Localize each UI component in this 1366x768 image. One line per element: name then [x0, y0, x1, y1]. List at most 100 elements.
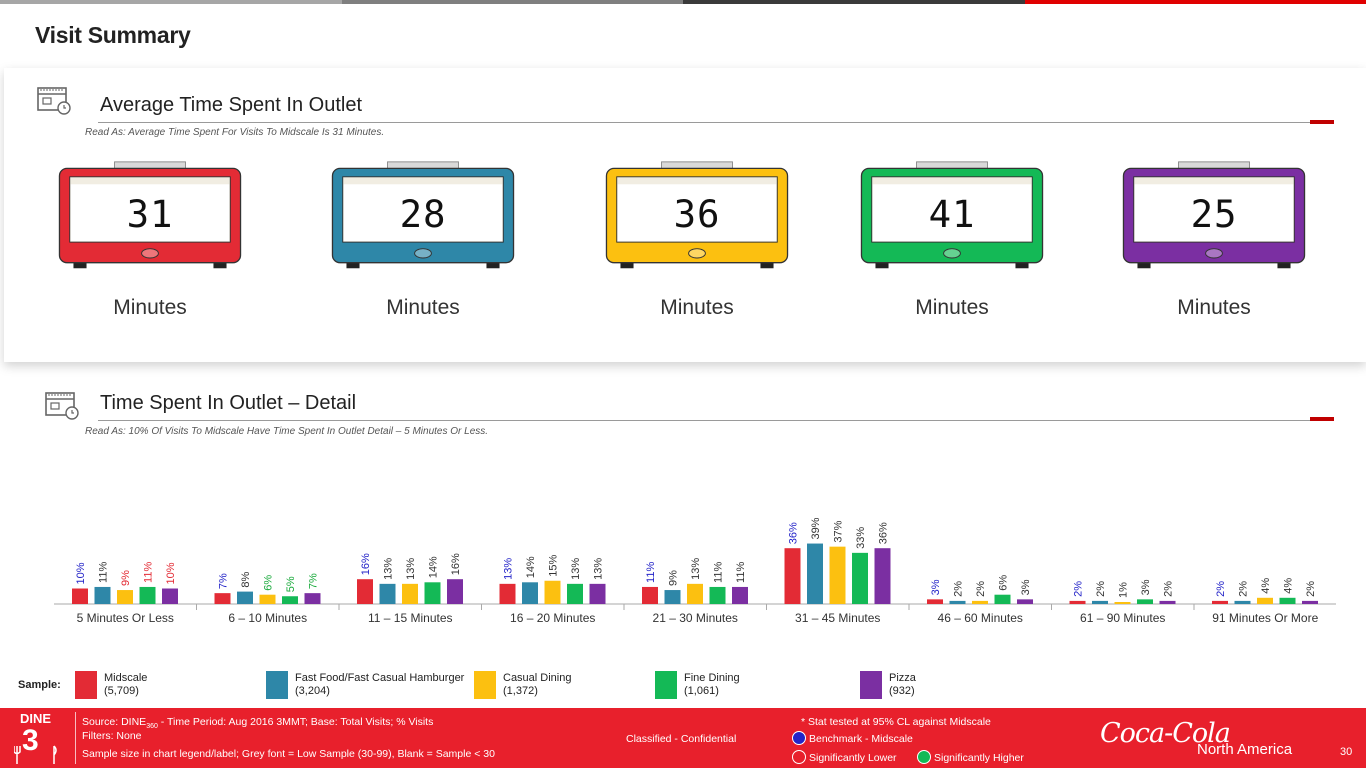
bar: [1279, 597, 1296, 604]
bar: [642, 586, 658, 604]
bar: [214, 593, 231, 604]
read-as-note: Read As: Average Time Spent For Visits T…: [85, 127, 385, 138]
bar-value-label: 7%: [308, 573, 320, 589]
legend-swatch: [474, 671, 496, 699]
legend-entry: Fast Food/Fast Casual Hamburger (3,204): [295, 672, 464, 698]
accent-segment: [1024, 0, 1366, 4]
bar-value-label: 3%: [1140, 579, 1152, 595]
legend-name: Casual Dining: [503, 672, 572, 684]
benchmark-label: Benchmark - Midscale: [809, 733, 913, 745]
bar: [567, 583, 583, 604]
bar-value-label: 11%: [645, 562, 657, 583]
bar-value-label: 16%: [360, 553, 372, 575]
legend-swatch: [860, 671, 882, 699]
bar-value-label: 6%: [263, 575, 275, 591]
bar-value-label: 11%: [143, 562, 155, 583]
accent-segment: [341, 0, 683, 4]
bar-value-label: 9%: [120, 570, 132, 586]
minutes-label: Minutes: [386, 296, 460, 319]
legend-sample-size: (3,204): [295, 685, 330, 697]
bar: [499, 583, 516, 604]
bar-value-label: 8%: [240, 571, 252, 587]
lower-circle-icon: [792, 750, 806, 764]
accent-segment: [0, 0, 342, 4]
bar: [162, 588, 178, 604]
bar-value-label: 2%: [975, 581, 987, 597]
minutes-label: Minutes: [660, 296, 734, 319]
section-accent-mark: [1310, 417, 1334, 421]
timer-display: 25: [1122, 161, 1306, 269]
category-label: 11 – 15 Minutes: [368, 611, 453, 625]
category-label: 91 Minutes Or More: [1212, 611, 1318, 625]
bar-value-label: 6%: [998, 575, 1010, 591]
bar-value-label: 16%: [450, 553, 462, 575]
bar: [852, 552, 868, 604]
store-clock-icon: [45, 392, 79, 420]
bar: [927, 599, 943, 604]
bar: [829, 546, 846, 604]
bar: [874, 548, 891, 604]
time-spent-bar-chart: 10% 11% 9% 11% 10% 5 Minutes Or Less 7% 8% 6% 5% 7…: [54, 517, 1336, 625]
timer-value: 36: [674, 192, 721, 236]
legend-sample-size: (1,372): [503, 685, 538, 697]
bar-value-label: 13%: [690, 558, 702, 580]
bar: [447, 579, 463, 604]
bar: [1257, 597, 1273, 604]
bar-value-label: 2%: [1305, 581, 1317, 597]
bar: [807, 543, 823, 604]
legend-entry: Casual Dining (1,372): [503, 672, 571, 698]
minutes-label: Minutes: [1177, 296, 1251, 319]
bar: [357, 579, 373, 604]
legend-name: Fine Dining: [684, 672, 740, 684]
sample-size-note: Sample size in chart legend/label; Grey …: [82, 748, 495, 760]
bar-value-label: 2%: [1215, 581, 1227, 597]
legend-sample-size: (5,709): [104, 685, 139, 697]
timer-value: 41: [929, 192, 976, 236]
bar-value-label: 39%: [810, 517, 822, 539]
filters-note: Filters: None: [82, 730, 142, 742]
bar-value-label: 36%: [878, 522, 890, 544]
bar-value-label: 13%: [593, 558, 605, 580]
bar-value-label: 11%: [713, 562, 725, 583]
benchmark-circle-icon: [792, 731, 806, 745]
minutes-label: Minutes: [113, 296, 187, 319]
category-label: 6 – 10 Minutes: [228, 611, 307, 625]
bar-value-label: 13%: [570, 558, 582, 580]
category-label: 61 – 90 Minutes: [1080, 611, 1165, 625]
accent-segment: [683, 0, 1025, 4]
bar-value-label: 33%: [855, 527, 867, 549]
bar: [1234, 600, 1251, 604]
bar-value-label: 14%: [428, 556, 440, 578]
higher-circle-icon: [917, 750, 931, 764]
bar: [949, 600, 966, 604]
utensils-icon: [14, 745, 57, 764]
sample-label: Sample:: [18, 679, 61, 691]
category-label: 5 Minutes Or Less: [77, 611, 174, 625]
page-number: 30: [1340, 746, 1353, 758]
bar-value-label: 10%: [165, 562, 177, 584]
bar-value-label: 15%: [548, 555, 560, 577]
legend-entry: Pizza (932): [889, 672, 916, 698]
bar-value-label: 2%: [953, 581, 965, 597]
legend-sample-size: (932): [889, 685, 915, 697]
bar-value-label: 10%: [75, 562, 87, 584]
bar: [972, 600, 988, 604]
bar: [1212, 600, 1228, 604]
bar: [1137, 599, 1153, 604]
section-divider: [98, 420, 1310, 421]
bar: [424, 582, 441, 604]
bar: [994, 594, 1011, 604]
category-label: 46 – 60 Minutes: [938, 611, 1023, 625]
bar-value-label: 9%: [668, 570, 680, 586]
legend-entry: Midscale (5,709): [104, 672, 147, 698]
bar-value-label: 11%: [735, 562, 747, 583]
timer-display: 36: [605, 161, 789, 269]
region-label: North America: [1197, 741, 1293, 758]
higher-label: Significantly Higher: [934, 752, 1024, 764]
bar: [282, 596, 298, 604]
bar-value-label: 11%: [98, 562, 110, 583]
legend-name: Midscale: [104, 672, 148, 684]
bar: [139, 586, 156, 604]
bar-value-label: 2%: [1238, 581, 1250, 597]
bar: [1302, 600, 1318, 604]
